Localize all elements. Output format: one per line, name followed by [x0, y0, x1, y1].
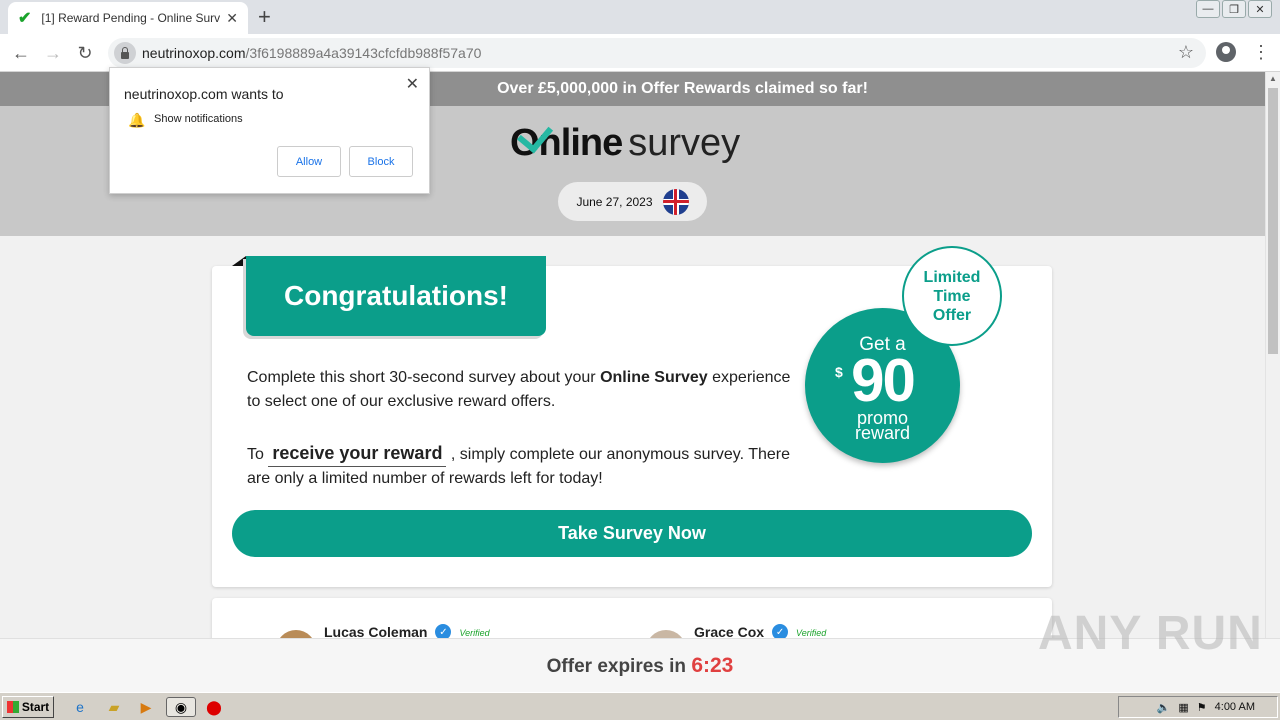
ribbon-fold: [232, 256, 246, 266]
address-bar[interactable]: neutrinoxop.com/3f6198889a4a39143cfcfdb9…: [108, 38, 1206, 68]
explorer-folder-icon[interactable]: ▰: [104, 697, 124, 717]
date-pill: June 27, 2023: [558, 182, 707, 221]
taskbar: Start e ▰ ▶ ◉ ⬤ 🔈 ▦ ⚑ 4:00 AM: [0, 692, 1280, 720]
flag-icon[interactable]: ⚑: [1197, 701, 1207, 714]
scroll-up-arrow-icon[interactable]: ▲: [1269, 74, 1277, 83]
lock-icon[interactable]: [114, 42, 136, 64]
alert-icon[interactable]: ⬤: [204, 697, 224, 717]
verified-check-icon: ✓: [435, 624, 452, 638]
avatar: [276, 630, 316, 638]
watermark: ANY RUN: [1038, 607, 1263, 660]
close-tab-icon[interactable]: ✕: [226, 10, 238, 27]
bell-icon: 🔔: [128, 112, 146, 128]
scrollbar-thumb[interactable]: [1268, 88, 1278, 354]
popup-message: Show notifications: [154, 113, 243, 125]
close-popup-icon[interactable]: ✕: [406, 74, 419, 94]
restore-button[interactable]: ❐: [1222, 0, 1246, 18]
block-button[interactable]: Block: [349, 146, 413, 177]
offer-text: Complete this short 30-second survey abo…: [247, 366, 807, 517]
reload-icon[interactable]: ↻: [72, 40, 98, 66]
popup-title: neutrinoxop.com wants to: [124, 86, 284, 102]
media-player-icon[interactable]: ▶: [136, 697, 156, 717]
chrome-taskbar-icon[interactable]: ◉: [166, 697, 196, 717]
clock[interactable]: 4:00 AM: [1215, 701, 1255, 713]
forward-icon[interactable]: →: [40, 40, 66, 66]
ie-icon[interactable]: e: [70, 697, 90, 717]
check-icon: ✔: [18, 10, 32, 27]
take-survey-button[interactable]: Take Survey Now: [232, 510, 1032, 557]
start-button[interactable]: Start: [2, 696, 54, 718]
date-text: June 27, 2023: [576, 194, 653, 209]
menu-dots-icon[interactable]: ⋮: [1252, 42, 1270, 62]
minimize-button[interactable]: —: [1196, 0, 1220, 18]
review-item: Lucas Coleman ✓ Verified: [276, 620, 490, 638]
new-tab-button[interactable]: +: [258, 4, 271, 30]
network-icon[interactable]: ▦: [1178, 701, 1188, 714]
volume-icon[interactable]: 🔈: [1157, 701, 1171, 714]
limited-offer-badge: Limited Time Offer: [902, 246, 1002, 346]
url-text[interactable]: neutrinoxop.com/3f6198889a4a39143cfcfdb9…: [142, 45, 481, 61]
windows-logo-icon: [6, 701, 19, 713]
promo-amount: 90: [851, 347, 916, 414]
verified-check-icon: ✓: [772, 624, 789, 638]
bookmark-star-icon[interactable]: ☆: [1178, 42, 1194, 63]
paragraph-2: To receive your reward , simply complete…: [247, 440, 807, 491]
reviews-card: Lucas Coleman ✓ Verified Grace Cox ✓ Ver…: [212, 598, 1052, 638]
offer-card: Congratulations! Complete this short 30-…: [212, 246, 1052, 587]
profile-icon[interactable]: [1216, 42, 1236, 62]
reward-highlight: receive your reward: [268, 440, 447, 467]
tab-strip: ✔ [1] Reward Pending - Online Survey ✕ +…: [0, 0, 1280, 34]
countdown-timer: 6:23: [691, 654, 734, 677]
avatar: [646, 630, 686, 638]
logo: Online survey: [510, 116, 740, 165]
paragraph-1: Complete this short 30-second survey abo…: [247, 369, 791, 410]
window-controls: — ❐ ✕: [1196, 0, 1272, 18]
page-scrollbar[interactable]: ▲: [1265, 72, 1280, 638]
browser-tab[interactable]: ✔ [1] Reward Pending - Online Survey ✕: [8, 2, 248, 34]
back-icon[interactable]: ←: [8, 40, 34, 66]
review-item: Grace Cox ✓ Verified: [646, 620, 826, 638]
notification-permission-popup: neutrinoxop.com wants to ✕ 🔔 Show notifi…: [109, 67, 430, 194]
allow-button[interactable]: Allow: [277, 146, 341, 177]
tab-title: [1] Reward Pending - Online Survey: [41, 11, 221, 25]
uk-flag-icon: [662, 188, 689, 215]
congrats-heading: Congratulations!: [246, 256, 546, 336]
system-tray: 🔈 ▦ ⚑ 4:00 AM: [1118, 696, 1278, 718]
close-window-button[interactable]: ✕: [1248, 0, 1272, 18]
